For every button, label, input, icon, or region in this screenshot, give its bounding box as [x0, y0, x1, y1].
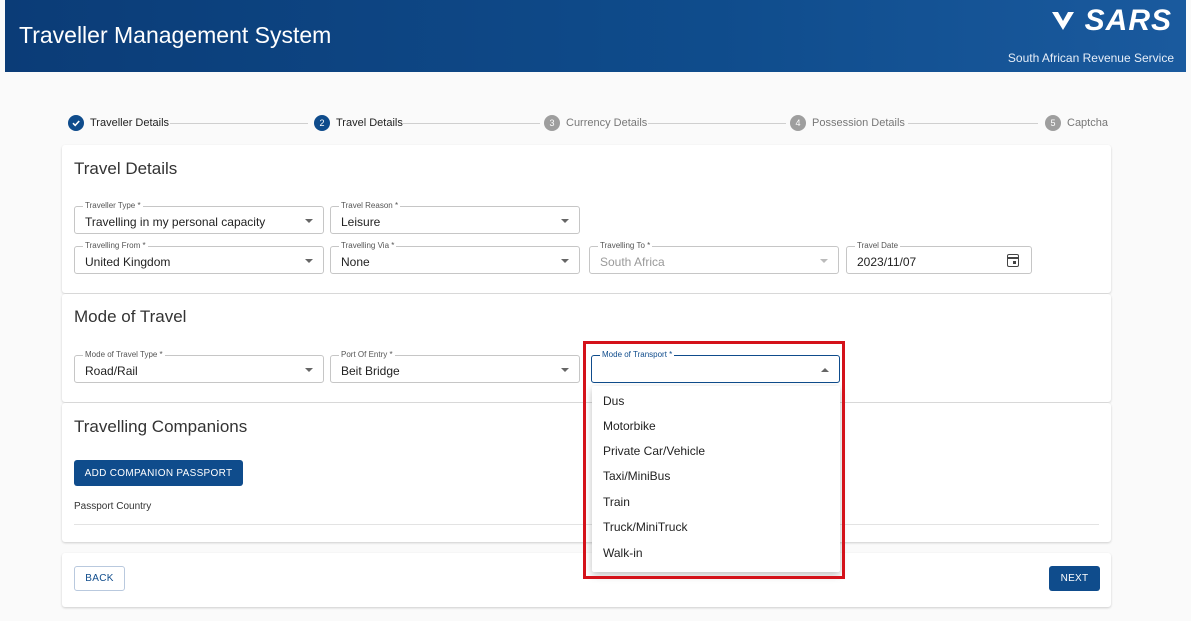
menu-option[interactable]: Motorbike: [592, 414, 840, 439]
menu-option[interactable]: Train: [592, 490, 840, 515]
field-value: Travelling in my personal capacity: [85, 215, 266, 229]
field-label: Mode of Travel Type *: [83, 350, 165, 360]
step-connector: [908, 123, 1038, 124]
passport-country-header: Passport Country: [74, 501, 152, 512]
section-title: Travelling Companions: [74, 417, 248, 436]
chevron-up-icon: [821, 368, 829, 372]
footer-card: BACK NEXT: [62, 553, 1111, 607]
step-number: 2: [314, 115, 330, 131]
field-label: Mode of Transport *: [600, 350, 675, 360]
chevron-down-icon: [820, 259, 828, 263]
field-value: Beit Bridge: [341, 364, 400, 378]
field-label: Travel Date: [855, 241, 901, 251]
mode-of-travel-card: Mode of Travel Mode of Travel Type * Roa…: [62, 294, 1111, 402]
step-travel-details[interactable]: 2 Travel Details: [314, 115, 403, 131]
step-number: 3: [544, 115, 560, 131]
sars-logo: SARS South African Revenue Service: [994, 4, 1174, 68]
menu-option[interactable]: Truck/MiniTruck: [592, 515, 840, 540]
field-value: None: [341, 255, 370, 269]
travel-reason-select[interactable]: Travel Reason * Leisure: [330, 201, 580, 234]
field-value: South Africa: [600, 255, 665, 269]
menu-option[interactable]: Taxi/MiniBus: [592, 464, 840, 489]
travel-details-card: Travel Details Traveller Type * Travelli…: [62, 145, 1111, 293]
menu-option[interactable]: Private Car/Vehicle: [592, 439, 840, 464]
chevron-down-icon: [305, 219, 313, 223]
field-label: Travelling Via *: [339, 241, 397, 251]
field-label: Traveller Type *: [83, 201, 143, 211]
sars-chevron-icon: [1052, 12, 1074, 30]
step-label: Possession Details: [812, 117, 905, 129]
check-icon: [68, 115, 84, 131]
app-title: Traveller Management System: [19, 22, 332, 48]
step-currency-details[interactable]: 3 Currency Details: [544, 115, 647, 131]
travel-date-input[interactable]: Travel Date 2023/11/07: [846, 241, 1032, 274]
add-companion-passport-button[interactable]: ADD COMPANION PASSPORT: [74, 460, 243, 486]
menu-option[interactable]: Dus: [592, 389, 840, 414]
mode-of-travel-type-select[interactable]: Mode of Travel Type * Road/Rail: [74, 350, 324, 383]
step-possession-details[interactable]: 4 Possession Details: [790, 115, 905, 131]
next-button[interactable]: NEXT: [1049, 566, 1100, 591]
step-connector: [402, 123, 540, 124]
field-label: Travelling From *: [83, 241, 148, 251]
mode-of-transport-select[interactable]: Mode of Transport *: [591, 350, 840, 383]
traveller-type-select[interactable]: Traveller Type * Travelling in my person…: [74, 201, 324, 234]
app-header: Traveller Management System SARS South A…: [5, 0, 1186, 72]
step-label: Captcha: [1067, 117, 1108, 129]
section-title: Mode of Travel: [74, 307, 187, 326]
step-captcha[interactable]: 5 Captcha: [1045, 115, 1108, 131]
step-label: Travel Details: [336, 117, 403, 129]
travelling-via-select[interactable]: Travelling Via * None: [330, 241, 580, 274]
chevron-down-icon: [305, 259, 313, 263]
table-divider: [74, 524, 1099, 525]
step-connector: [648, 123, 786, 124]
step-label: Traveller Details: [90, 117, 170, 129]
step-traveller-details[interactable]: Traveller Details: [68, 115, 169, 131]
field-value: Road/Rail: [85, 364, 138, 378]
field-label: Travel Reason *: [339, 201, 401, 211]
step-label: Currency Details: [566, 117, 648, 129]
chevron-down-icon: [561, 219, 569, 223]
step-number: 5: [1045, 115, 1061, 131]
field-value: 2023/11/07: [857, 255, 917, 269]
chevron-down-icon: [305, 368, 313, 372]
step-number: 4: [790, 115, 806, 131]
section-title: Travel Details: [74, 159, 178, 178]
travelling-from-select[interactable]: Travelling From * United Kingdom: [74, 241, 324, 274]
port-of-entry-select[interactable]: Port Of Entry * Beit Bridge: [330, 350, 580, 383]
chevron-down-icon: [561, 368, 569, 372]
progress-stepper: Traveller Details 2 Travel Details 3 Cur…: [62, 111, 1111, 135]
back-button[interactable]: BACK: [74, 566, 125, 591]
field-label: Travelling To *: [598, 241, 653, 251]
field-value: United Kingdom: [85, 255, 171, 269]
field-label: Port Of Entry *: [339, 350, 395, 360]
field-value: Leisure: [341, 215, 381, 229]
transport-options-menu: Dus Motorbike Private Car/Vehicle Taxi/M…: [592, 386, 840, 572]
companions-card: Travelling Companions ADD COMPANION PASS…: [62, 403, 1111, 542]
logo-wordmark: SARS: [1084, 4, 1172, 37]
chevron-down-icon: [561, 259, 569, 263]
calendar-icon[interactable]: [1007, 254, 1019, 267]
logo-subtitle: South African Revenue Service: [1007, 51, 1174, 65]
step-connector: [170, 123, 308, 124]
travelling-to-select: Travelling To * South Africa: [589, 241, 839, 274]
menu-option[interactable]: Walk-in: [592, 541, 840, 566]
